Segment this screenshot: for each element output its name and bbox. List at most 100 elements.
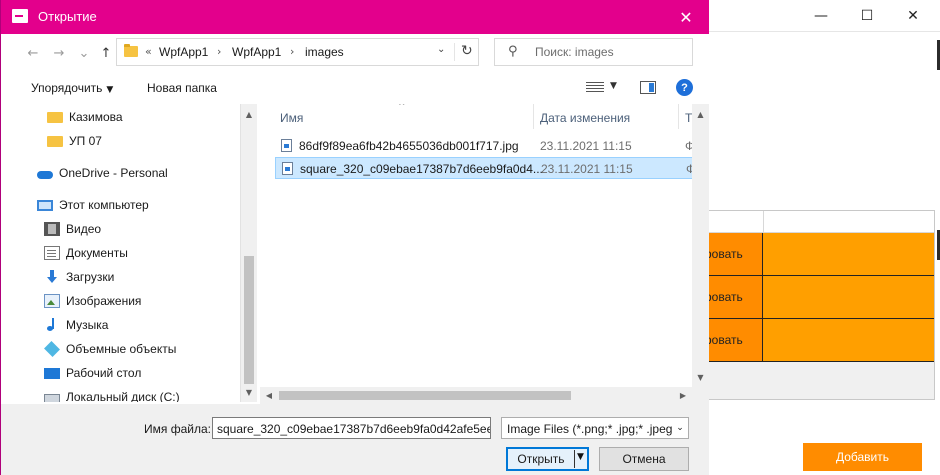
3d-objects-icon <box>44 341 60 357</box>
search-icon: ⚲ <box>508 44 518 59</box>
up-arrow-icon[interactable]: ↑ <box>95 44 117 62</box>
tree-item-onedrive[interactable]: OneDrive - Personal <box>37 163 168 183</box>
scroll-down-icon[interactable]: ▼ <box>241 384 257 400</box>
downloads-icon <box>44 270 60 284</box>
overflow-chevron-icon[interactable]: « <box>145 45 152 58</box>
dialog-body: ← → ⌄ ↑ « WpfApp1 › WpfApp1 › images ⌄ ↻… <box>1 34 709 475</box>
chevron-down-icon[interactable]: ▼ <box>610 81 617 91</box>
address-bar[interactable]: « WpfApp1 › WpfApp1 › images ⌄ ↻ <box>116 38 479 66</box>
breadcrumb-separator-icon[interactable]: › <box>217 45 221 58</box>
view-options-icon[interactable] <box>586 81 604 93</box>
documents-icon <box>44 246 60 260</box>
chevron-down-icon: ▼ <box>106 85 114 95</box>
desktop-icon <box>44 367 60 379</box>
maximize-icon[interactable]: ☐ <box>844 0 890 32</box>
tree-item-desktop[interactable]: Рабочий стол <box>44 363 141 383</box>
grid-row-button[interactable]: ровать <box>701 233 763 275</box>
scroll-left-icon[interactable]: ◀ <box>261 387 277 404</box>
scroll-right-icon[interactable]: ▶ <box>675 387 691 404</box>
scrollbar-thumb[interactable] <box>244 256 254 384</box>
minimize-icon[interactable]: — <box>798 0 844 32</box>
folder-icon <box>47 135 63 147</box>
command-bar: Упорядочить ▼ Новая папка ▼ ? <box>1 72 709 104</box>
image-file-icon <box>281 139 292 152</box>
file-date: 23.11.2021 11:15 <box>541 162 633 176</box>
music-icon <box>44 318 60 332</box>
filename-input[interactable]: square_320_c09ebae17387b7d6eeb9fa0d42afe… <box>212 417 491 439</box>
file-list: ^ Имя Дата изменения Тип 86df9f89ea6fb42… <box>260 104 709 387</box>
refresh-icon[interactable]: ↻ <box>454 43 473 61</box>
open-button[interactable]: Открыть ▼ <box>506 447 589 471</box>
close-icon[interactable]: ✕ <box>663 0 709 34</box>
file-list-header: ^ Имя Дата изменения Тип <box>260 104 709 129</box>
new-folder-button[interactable]: Новая папка <box>147 81 217 95</box>
video-icon <box>44 222 60 236</box>
tree-item-music[interactable]: Музыка <box>44 315 108 335</box>
open-file-dialog: Открытие ✕ ← → ⌄ ↑ « WpfApp1 › WpfApp1 ›… <box>0 0 709 475</box>
organize-button[interactable]: Упорядочить ▼ <box>31 81 113 95</box>
file-name: square_320_c09ebae17387b7d6eeb9fa0d4... <box>300 162 543 176</box>
search-box[interactable]: ⚲ Поиск: images <box>494 38 693 66</box>
file-date: 23.11.2021 11:15 <box>540 139 632 153</box>
background-data-grid: ровать ровать ровать <box>700 210 935 400</box>
search-placeholder: Поиск: images <box>535 45 614 59</box>
filename-label: Имя файла: <box>144 422 211 436</box>
dialog-titlebar: Открытие ✕ <box>1 0 709 34</box>
tree-item-downloads[interactable]: Загрузки <box>44 267 114 287</box>
scrollbar-thumb[interactable] <box>279 391 571 400</box>
help-icon[interactable]: ? <box>676 79 693 96</box>
column-header-date[interactable]: Дата изменения <box>540 111 630 125</box>
column-header-name[interactable]: Имя <box>280 111 303 125</box>
preview-pane-icon[interactable] <box>640 81 656 94</box>
back-arrow-icon[interactable]: ← <box>22 44 44 62</box>
file-row[interactable]: 86df9f89ea6fb42b4655036db001f717.jpg 23.… <box>275 135 709 157</box>
computer-icon <box>37 199 53 211</box>
app-icon <box>12 9 28 23</box>
scroll-up-icon[interactable]: ▲ <box>692 106 709 122</box>
chevron-down-icon[interactable]: ⌄ <box>672 418 688 438</box>
tree-item-video[interactable]: Видео <box>44 219 101 239</box>
recent-locations-icon[interactable]: ⌄ <box>73 44 95 62</box>
file-row-selected[interactable]: square_320_c09ebae17387b7d6eeb9fa0d4... … <box>275 157 709 179</box>
folder-icon <box>124 44 138 57</box>
breadcrumb-item[interactable]: WpfApp1 <box>159 45 208 59</box>
onedrive-icon <box>37 170 53 179</box>
tree-scrollbar[interactable]: ▲ ▼ <box>240 104 257 402</box>
tree-item-3d-objects[interactable]: Объемные объекты <box>44 339 176 359</box>
split-divider <box>574 450 575 468</box>
grid-row: ровать <box>701 276 934 319</box>
disk-icon <box>44 393 60 402</box>
grid-row: ровать <box>701 319 934 362</box>
file-name: 86df9f89ea6fb42b4655036db001f717.jpg <box>299 139 519 153</box>
tree-item-local-disk[interactable]: Локальный диск (C:) <box>44 387 180 402</box>
scrollbar-corner <box>692 387 709 404</box>
file-list-horizontal-scrollbar[interactable]: ◀ ▶ <box>260 387 692 404</box>
tree-item-up07[interactable]: УП 07 <box>47 131 102 151</box>
grid-row-button[interactable]: ровать <box>701 276 763 318</box>
file-type-filter[interactable]: Image Files (*.png;* .jpg;* .jpeg ⌄ <box>501 417 689 439</box>
sort-ascending-icon: ^ <box>398 104 406 112</box>
file-list-vertical-scrollbar[interactable]: ▲ ▼ <box>692 104 709 387</box>
tree-item-kazimova[interactable]: Казимова <box>47 107 123 127</box>
breadcrumb-item[interactable]: images <box>305 45 344 59</box>
scroll-down-icon[interactable]: ▼ <box>692 369 709 385</box>
grid-row-button[interactable]: ровать <box>701 319 763 361</box>
tree-item-documents[interactable]: Документы <box>44 243 128 263</box>
image-file-icon <box>282 162 293 175</box>
pictures-icon <box>44 294 60 308</box>
open-dropdown-icon[interactable]: ▼ <box>577 452 584 462</box>
breadcrumb-separator-icon[interactable]: › <box>290 45 294 58</box>
close-icon[interactable]: ✕ <box>890 0 936 32</box>
forward-arrow-icon[interactable]: → <box>48 44 70 62</box>
add-button[interactable]: Добавить <box>803 443 922 471</box>
dialog-footer: Имя файла: square_320_c09ebae17387b7d6ee… <box>1 404 709 475</box>
navigation-tree: Казимова УП 07 OneDrive - Personal Этот … <box>1 104 256 402</box>
breadcrumb-item[interactable]: WpfApp1 <box>232 45 281 59</box>
tree-item-this-pc[interactable]: Этот компьютер <box>37 195 149 215</box>
address-dropdown-icon[interactable]: ⌄ <box>437 44 445 55</box>
scroll-up-icon[interactable]: ▲ <box>241 106 257 122</box>
cancel-button[interactable]: Отмена <box>599 447 689 471</box>
tree-item-pictures[interactable]: Изображения <box>44 291 141 311</box>
grid-header <box>701 211 934 233</box>
dialog-title: Открытие <box>38 9 97 24</box>
